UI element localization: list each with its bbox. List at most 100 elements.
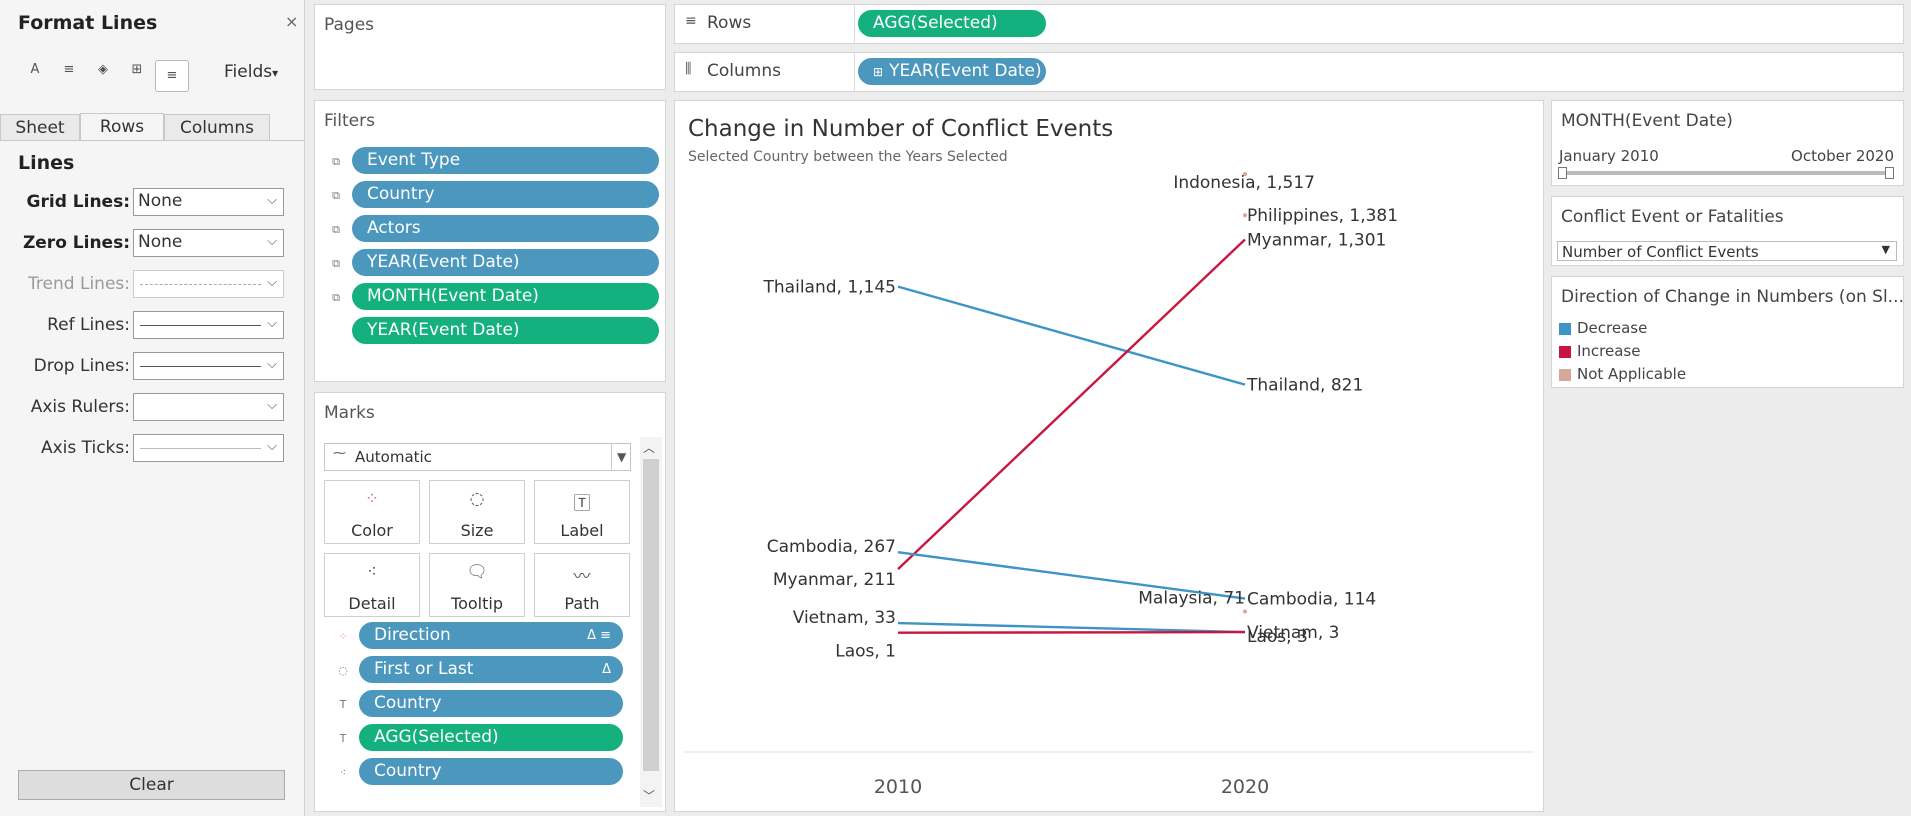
slider-handle-end[interactable] bbox=[1885, 167, 1894, 179]
range-slider[interactable] bbox=[1558, 167, 1894, 179]
color-icon: ⁘ bbox=[364, 489, 380, 509]
marks-field-agg-selected[interactable]: AGG(Selected) bbox=[359, 724, 623, 751]
filter-pill-event-type[interactable]: Event Type bbox=[352, 147, 659, 174]
data-label-2010-laos: Laos, 1 bbox=[835, 642, 896, 662]
legend-label-decrease[interactable]: Decrease bbox=[1577, 319, 1647, 337]
chevron-down-icon: ⌵ bbox=[267, 357, 277, 372]
drop-lines-select[interactable]: ⌵ bbox=[133, 352, 284, 380]
legend-label-not-applicable[interactable]: Not Applicable bbox=[1577, 365, 1686, 383]
data-label-2010-vietnam: Vietnam, 33 bbox=[793, 608, 896, 628]
detail-button[interactable]: ⁖ Detail bbox=[324, 553, 420, 617]
mark-type-value: Automatic bbox=[355, 448, 432, 466]
tooltip-icon: 🗨 bbox=[466, 562, 488, 582]
columns-label: Columns bbox=[707, 61, 781, 81]
size-icon: ◌ bbox=[469, 489, 485, 509]
data-label-2010-cambodia: Cambodia, 267 bbox=[767, 537, 896, 557]
x-tick-label: 2010 bbox=[874, 776, 922, 798]
size-field-icon: ◌ bbox=[338, 664, 348, 677]
rows-icon: ≡ bbox=[685, 13, 697, 29]
x-tick-label: 2020 bbox=[1221, 776, 1269, 798]
drop-lines-label: Drop Lines: bbox=[33, 356, 130, 376]
path-button[interactable]: 〰 Path bbox=[534, 553, 630, 617]
detail-label: Detail bbox=[348, 594, 396, 613]
dashed-line-icon bbox=[140, 284, 261, 285]
filter-pill-country[interactable]: Country bbox=[352, 181, 659, 208]
tab-rows[interactable]: Rows bbox=[80, 113, 164, 140]
filters-title: Filters bbox=[324, 111, 375, 131]
zero-lines-select[interactable]: None ⌵ bbox=[133, 229, 284, 257]
chevron-down-icon[interactable]: ﹀ bbox=[643, 787, 655, 804]
measure-parameter-select[interactable]: Number of Conflict Events ▼ bbox=[1557, 241, 1897, 261]
filters-card: Filters ⧉ Event Type ⧉ Country ⧉ Actors … bbox=[314, 100, 666, 382]
data-label-2020-myanmar: Myanmar, 1,301 bbox=[1247, 230, 1386, 250]
series-point-malaysia bbox=[1243, 609, 1247, 614]
filter-icon: ⧉ bbox=[332, 223, 340, 236]
marks-field-country[interactable]: Country bbox=[359, 690, 623, 717]
columns-shelf[interactable]: ⫼ Columns ⊞ YEAR(Event Date) bbox=[674, 52, 1904, 92]
data-label-2020-indonesia: Indonesia, 1,517 bbox=[1173, 173, 1315, 193]
size-button[interactable]: ◌ Size bbox=[429, 480, 525, 544]
data-label-2010-thailand: Thailand, 1,145 bbox=[763, 278, 896, 298]
format-lines-panel: Format Lines × A ≡ ◈ ⊞ ≡ Fields▾ Sheet R… bbox=[0, 0, 305, 816]
borders-icon[interactable]: ⊞ bbox=[121, 62, 153, 86]
filter-pill-year-2[interactable]: YEAR(Event Date) bbox=[352, 317, 659, 344]
solid-line-icon bbox=[140, 325, 261, 326]
detail-field-icon: ⁖ bbox=[339, 766, 347, 779]
axis-rulers-row: Axis Rulers: ⌵ bbox=[0, 393, 304, 423]
columns-pill-year[interactable]: ⊞ YEAR(Event Date) bbox=[858, 58, 1046, 85]
align-icon[interactable]: ≡ bbox=[53, 62, 85, 86]
direction-legend-title: Direction of Change in Numbers (on Sl... bbox=[1561, 287, 1904, 307]
tab-columns[interactable]: Columns bbox=[164, 114, 270, 140]
tab-sheet[interactable]: Sheet bbox=[0, 114, 80, 140]
grid-lines-select[interactable]: None ⌵ bbox=[133, 188, 284, 216]
legend-swatch-not-applicable bbox=[1559, 369, 1571, 381]
filter-pill-year[interactable]: YEAR(Event Date) bbox=[352, 249, 659, 276]
color-button[interactable]: ⁘ Color bbox=[324, 480, 420, 544]
chevron-up-icon[interactable]: ︿ bbox=[643, 439, 655, 456]
chevron-down-icon: ▾ bbox=[272, 66, 279, 80]
fields-dropdown[interactable]: Fields▾ bbox=[224, 62, 278, 82]
trend-lines-select[interactable]: ⌵ bbox=[133, 270, 284, 298]
filter-icon: ⧉ bbox=[332, 155, 340, 168]
clear-button[interactable]: Clear bbox=[18, 770, 285, 800]
marks-scrollbar[interactable]: ︿ ﹀ bbox=[640, 437, 662, 807]
measure-parameter-title: Conflict Event or Fatalities bbox=[1561, 207, 1784, 227]
ref-lines-select[interactable]: ⌵ bbox=[133, 311, 284, 339]
font-icon[interactable]: A bbox=[19, 62, 51, 86]
detail-icon: ⁖ bbox=[367, 562, 377, 582]
size-label: Size bbox=[460, 521, 494, 540]
marks-field-direction[interactable]: Direction Δ ≡ bbox=[359, 622, 623, 649]
chevron-down-icon: ▼ bbox=[1881, 243, 1890, 256]
fields-label: Fields bbox=[224, 62, 273, 82]
axis-rulers-select[interactable]: ⌵ bbox=[133, 393, 284, 421]
axis-ticks-select[interactable]: ⌵ bbox=[133, 434, 284, 462]
marks-field-name: First or Last bbox=[374, 659, 474, 679]
grid-lines-row: Grid Lines: None ⌵ bbox=[0, 188, 304, 218]
axis-rulers-label: Axis Rulers: bbox=[30, 397, 130, 417]
marks-field-first-or-last[interactable]: First or Last Δ bbox=[359, 656, 623, 683]
filter-pill-actors[interactable]: Actors bbox=[352, 215, 659, 242]
format-tabs: Sheet Rows Columns bbox=[0, 110, 304, 141]
drop-lines-row: Drop Lines: ⌵ bbox=[0, 352, 304, 382]
lines-icon[interactable]: ≡ bbox=[155, 60, 189, 92]
zero-lines-row: Zero Lines: None ⌵ bbox=[0, 229, 304, 259]
chevron-down-icon: ⌵ bbox=[267, 439, 277, 454]
color-label: Color bbox=[351, 521, 393, 540]
legend-label-increase[interactable]: Increase bbox=[1577, 342, 1640, 360]
shelf-divider bbox=[854, 5, 855, 43]
direction-legend: Direction of Change in Numbers (on Sl...… bbox=[1551, 276, 1904, 388]
filter-pill-month[interactable]: MONTH(Event Date) bbox=[352, 283, 659, 310]
rows-pill-agg-selected[interactable]: AGG(Selected) bbox=[858, 10, 1046, 37]
scrollbar-thumb[interactable] bbox=[643, 459, 659, 771]
rows-shelf[interactable]: ≡ Rows AGG(Selected) bbox=[674, 4, 1904, 44]
mark-type-select[interactable]: ⁓ Automatic ▼ bbox=[324, 443, 631, 471]
marks-field-country-detail[interactable]: Country bbox=[359, 758, 623, 785]
color-field-icon: ⁘ bbox=[338, 630, 348, 643]
month-range-start: January 2010 bbox=[1559, 147, 1659, 165]
close-icon[interactable]: × bbox=[285, 12, 298, 31]
pages-card[interactable]: Pages bbox=[314, 4, 666, 90]
label-button[interactable]: 🅃 Label bbox=[534, 480, 630, 544]
slider-handle-start[interactable] bbox=[1558, 167, 1567, 179]
shading-icon[interactable]: ◈ bbox=[87, 62, 119, 86]
tooltip-button[interactable]: 🗨 Tooltip bbox=[429, 553, 525, 617]
